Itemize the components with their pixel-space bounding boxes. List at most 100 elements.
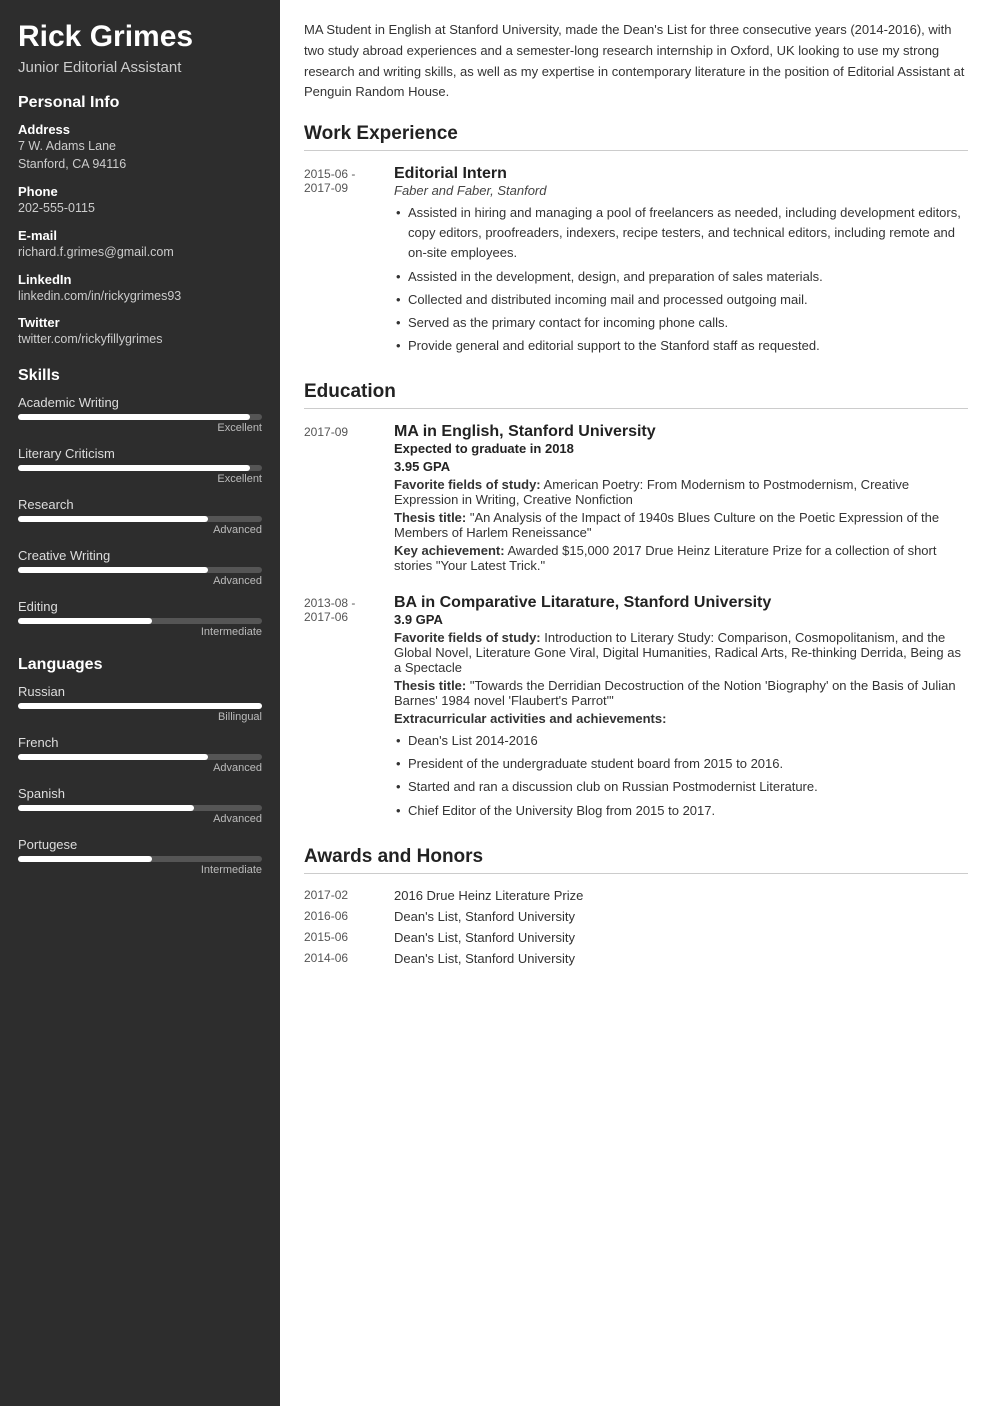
- skill-bar-fill: [18, 567, 208, 573]
- education-entry: 2013-08 - 2017-06 BA in Comparative Lita…: [304, 594, 968, 824]
- work-bullet: Collected and distributed incoming mail …: [394, 290, 968, 310]
- award-name: Dean's List, Stanford University: [394, 909, 575, 924]
- language-bar-bg: [18, 754, 262, 760]
- work-entry: 2015-06 - 2017-09 Editorial Intern Faber…: [304, 165, 968, 359]
- extra-bullet: Chief Editor of the University Blog from…: [394, 801, 968, 821]
- skill-level: Advanced: [18, 524, 262, 536]
- awards-heading: Awards and Honors: [304, 846, 968, 874]
- language-bar-fill: [18, 856, 152, 862]
- award-date: 2015-06: [304, 930, 394, 945]
- edu-fields: Favorite fields of study: American Poetr…: [394, 477, 968, 507]
- sidebar: Rick Grimes Junior Editorial Assistant P…: [0, 0, 280, 1406]
- awards-list: 2017-02 2016 Drue Heinz Literature Prize…: [304, 888, 968, 966]
- languages-list: Russian Billingual French Advanced Spani…: [18, 684, 262, 876]
- education-heading: Education: [304, 381, 968, 409]
- edu-fields: Favorite fields of study: Introduction t…: [394, 630, 968, 675]
- edu-graduate: Expected to graduate in 2018: [394, 441, 968, 456]
- twitter-label: Twitter: [18, 315, 262, 330]
- language-name: Spanish: [18, 786, 262, 801]
- linkedin-value: linkedin.com/in/rickygrimes93: [18, 287, 262, 306]
- language-name: Russian: [18, 684, 262, 699]
- linkedin-label: LinkedIn: [18, 272, 262, 287]
- skills-list: Academic Writing Excellent Literary Crit…: [18, 395, 262, 638]
- work-experience-section: Work Experience 2015-06 - 2017-09 Editor…: [304, 123, 968, 359]
- summary-text: MA Student in English at Stanford Univer…: [304, 20, 968, 103]
- work-subtitle: Faber and Faber, Stanford: [394, 183, 968, 198]
- edu-title: BA in Comparative Litarature, Stanford U…: [394, 594, 968, 612]
- skill-item: Research Advanced: [18, 497, 262, 536]
- skill-name: Literary Criticism: [18, 446, 262, 461]
- language-item: French Advanced: [18, 735, 262, 774]
- extra-bullet: Dean's List 2014-2016: [394, 731, 968, 751]
- work-bullets: Assisted in hiring and managing a pool o…: [394, 203, 968, 356]
- award-entry: 2016-06 Dean's List, Stanford University: [304, 909, 968, 924]
- language-bar-bg: [18, 703, 262, 709]
- email-label: E-mail: [18, 228, 262, 243]
- work-title: Editorial Intern: [394, 165, 968, 183]
- address-line2: Stanford, CA 94116: [18, 155, 262, 174]
- main-content: MA Student in English at Stanford Univer…: [280, 0, 996, 1406]
- skill-name: Editing: [18, 599, 262, 614]
- work-heading: Work Experience: [304, 123, 968, 151]
- award-name: Dean's List, Stanford University: [394, 930, 575, 945]
- language-name: Portugese: [18, 837, 262, 852]
- skill-name: Creative Writing: [18, 548, 262, 563]
- language-name: French: [18, 735, 262, 750]
- work-bullet: Provide general and editorial support to…: [394, 336, 968, 356]
- work-content: Editorial Intern Faber and Faber, Stanfo…: [394, 165, 968, 359]
- work-bullet: Assisted in the development, design, and…: [394, 267, 968, 287]
- language-level: Billingual: [18, 711, 262, 723]
- candidate-title: Junior Editorial Assistant: [18, 59, 262, 76]
- address-line1: 7 W. Adams Lane: [18, 137, 262, 156]
- skill-bar-fill: [18, 618, 152, 624]
- skill-name: Research: [18, 497, 262, 512]
- twitter-value: twitter.com/rickyfillygrimes: [18, 330, 262, 349]
- extra-label: Extracurricular activities and achieveme…: [394, 711, 968, 726]
- award-entry: 2014-06 Dean's List, Stanford University: [304, 951, 968, 966]
- edu-content: BA in Comparative Litarature, Stanford U…: [394, 594, 968, 824]
- edu-title: MA in English, Stanford University: [394, 423, 968, 441]
- education-entries: 2017-09 MA in English, Stanford Universi…: [304, 423, 968, 824]
- edu-gpa: 3.9 GPA: [394, 612, 968, 627]
- language-item: Portugese Intermediate: [18, 837, 262, 876]
- award-entry: 2017-02 2016 Drue Heinz Literature Prize: [304, 888, 968, 903]
- skill-level: Excellent: [18, 422, 262, 434]
- resume-container: Rick Grimes Junior Editorial Assistant P…: [0, 0, 996, 1406]
- award-date: 2014-06: [304, 951, 394, 966]
- language-bar-fill: [18, 805, 194, 811]
- skill-bar-bg: [18, 465, 262, 471]
- language-item: Russian Billingual: [18, 684, 262, 723]
- award-date: 2016-06: [304, 909, 394, 924]
- skill-level: Excellent: [18, 473, 262, 485]
- edu-date: 2013-08 - 2017-06: [304, 594, 394, 824]
- skill-item: Academic Writing Excellent: [18, 395, 262, 434]
- award-entry: 2015-06 Dean's List, Stanford University: [304, 930, 968, 945]
- skill-bar-bg: [18, 516, 262, 522]
- address-label: Address: [18, 122, 262, 137]
- skill-name: Academic Writing: [18, 395, 262, 410]
- award-name: Dean's List, Stanford University: [394, 951, 575, 966]
- language-level: Advanced: [18, 762, 262, 774]
- candidate-name: Rick Grimes: [18, 20, 262, 55]
- education-entry: 2017-09 MA in English, Stanford Universi…: [304, 423, 968, 576]
- skill-bar-fill: [18, 414, 250, 420]
- skills-heading: Skills: [18, 367, 262, 385]
- language-bar-fill: [18, 703, 262, 709]
- award-date: 2017-02: [304, 888, 394, 903]
- phone-label: Phone: [18, 184, 262, 199]
- language-level: Advanced: [18, 813, 262, 825]
- language-bar-bg: [18, 805, 262, 811]
- extra-bullet: President of the undergraduate student b…: [394, 754, 968, 774]
- work-date: 2015-06 - 2017-09: [304, 165, 394, 359]
- language-item: Spanish Advanced: [18, 786, 262, 825]
- personal-info-heading: Personal Info: [18, 94, 262, 112]
- edu-content: MA in English, Stanford University Expec…: [394, 423, 968, 576]
- work-bullet: Assisted in hiring and managing a pool o…: [394, 203, 968, 263]
- edu-thesis: Thesis title: "An Analysis of the Impact…: [394, 510, 968, 540]
- edu-date: 2017-09: [304, 423, 394, 576]
- extra-bullets: Dean's List 2014-2016 President of the un…: [394, 731, 968, 821]
- skill-bar-bg: [18, 414, 262, 420]
- edu-achievement: Key achievement: Awarded $15,000 2017 Dr…: [394, 543, 968, 573]
- language-bar-fill: [18, 754, 208, 760]
- edu-gpa: 3.95 GPA: [394, 459, 968, 474]
